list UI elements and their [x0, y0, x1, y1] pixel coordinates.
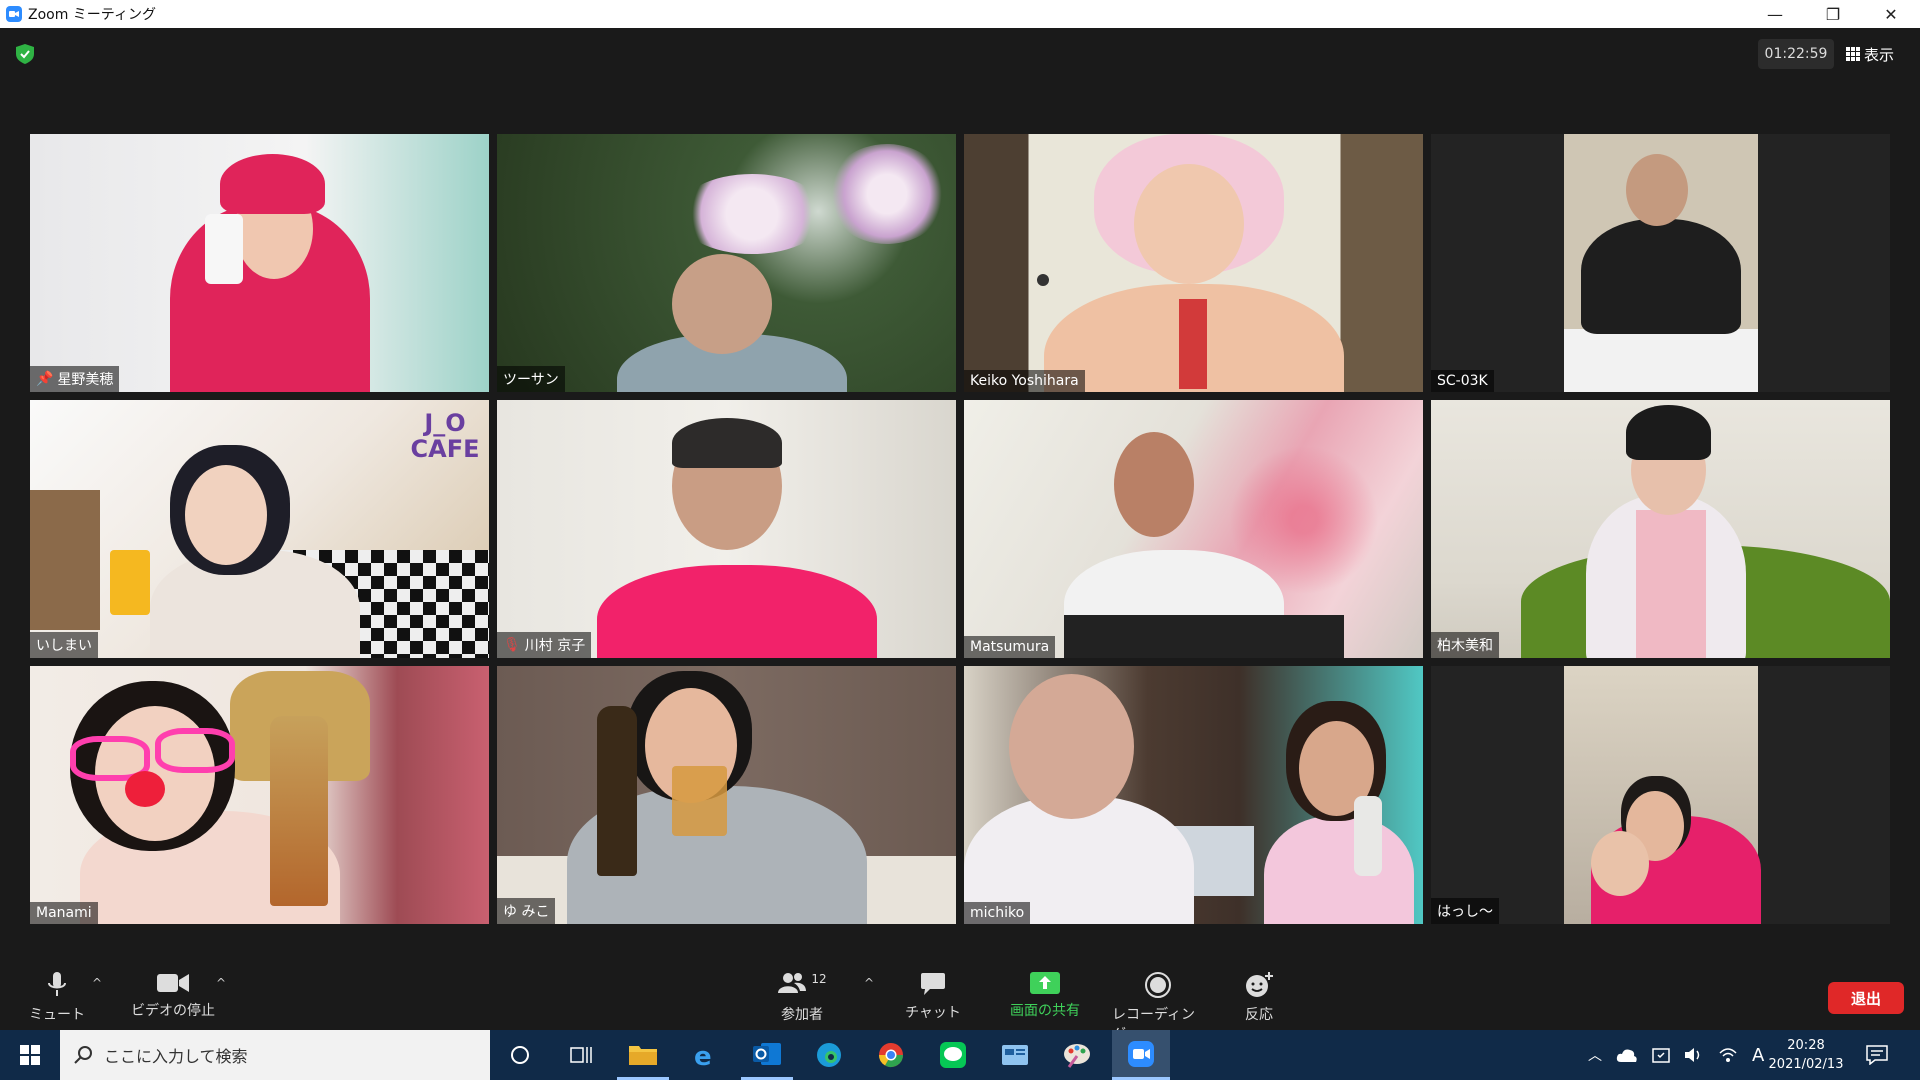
participant-name: 柏木美和 — [1431, 632, 1499, 658]
outlook-taskbar[interactable] — [741, 1030, 793, 1080]
chrome-icon — [879, 1043, 903, 1068]
wifi-icon[interactable] — [1718, 1047, 1738, 1063]
svg-text:e: e — [694, 1042, 712, 1069]
participant-name: ゆ みこ — [497, 898, 556, 924]
title-bar: Zoom ミーティング — ❐ ✕ — [0, 0, 1920, 28]
chat-icon — [921, 973, 945, 995]
view-label: 表示 — [1864, 45, 1895, 64]
zoom-icon — [1128, 1040, 1154, 1067]
zoom-app-icon — [6, 6, 22, 22]
paint-app-taskbar[interactable] — [1051, 1030, 1103, 1080]
meeting-toolbar: ミュート ^ ビデオの停止 ^ 12 参加者 ^ チャット 画面の共有 レコーデ… — [0, 950, 1920, 1043]
microphone-muted-icon: 🎙 — [503, 637, 521, 653]
cafe-sign: J_O CAFE — [410, 409, 480, 463]
taskbar-search[interactable]: ここに入力して検索 — [60, 1030, 490, 1080]
participant-count: 12 — [811, 972, 827, 986]
task-view-icon — [570, 1047, 592, 1063]
meeting-timer: 01:22:59 — [1758, 39, 1834, 69]
file-explorer-taskbar[interactable] — [617, 1030, 669, 1080]
search-placeholder: ここに入力して検索 — [104, 1047, 248, 1066]
participant-name: Keiko Yoshihara — [964, 370, 1085, 392]
cortana-button[interactable] — [494, 1030, 546, 1080]
task-view-button[interactable] — [555, 1030, 607, 1080]
reaction-smiley-icon — [1246, 972, 1273, 997]
share-screen-button[interactable]: 画面の共有 — [1000, 972, 1090, 1020]
reactions-button[interactable]: 反応 — [1214, 972, 1304, 1024]
view-button[interactable]: 表示 — [1846, 39, 1906, 69]
video-tile[interactable]: michiko — [964, 666, 1423, 924]
grid-icon — [1846, 47, 1860, 61]
participant-name: Manami — [30, 902, 98, 924]
close-button[interactable]: ✕ — [1862, 0, 1920, 28]
video-tile[interactable]: ツーサン — [497, 134, 956, 392]
video-options-caret[interactable]: ^ — [216, 976, 226, 990]
participant-name: ツーサン — [497, 366, 565, 392]
system-tray: ︿ A — [1588, 1030, 1764, 1080]
shield-icon[interactable] — [16, 44, 34, 64]
folder-icon — [629, 1045, 657, 1065]
participant-name: 🎙 川村 京子 — [497, 632, 592, 658]
video-tile-active-speaker[interactable]: Keiko Yoshihara — [964, 134, 1423, 392]
video-tile[interactable]: 📌 星野美穂 — [30, 134, 489, 392]
chat-button[interactable]: チャット — [888, 972, 978, 1022]
share-screen-icon — [1030, 972, 1060, 994]
mute-options-caret[interactable]: ^ — [92, 976, 102, 990]
video-tile[interactable]: 柏木美和 — [1431, 400, 1890, 658]
internet-explorer-taskbar[interactable]: e — [679, 1030, 731, 1080]
microphone-icon — [48, 972, 66, 996]
participant-name: はっし〜 — [1431, 898, 1499, 924]
window-title: Zoom ミーティング — [28, 7, 156, 23]
search-icon — [74, 1046, 92, 1064]
clock-time: 20:28 — [1787, 1038, 1825, 1053]
news-icon — [1002, 1045, 1028, 1065]
record-icon — [1145, 972, 1171, 998]
line-messenger-icon — [940, 1042, 966, 1068]
notification-center-button[interactable] — [1866, 1030, 1888, 1080]
paint-palette-icon — [1064, 1044, 1090, 1068]
edge-taskbar[interactable] — [803, 1030, 855, 1080]
participant-name: 📌 星野美穂 — [30, 366, 120, 392]
cloud-icon[interactable] — [1616, 1047, 1638, 1063]
pin-icon: 📌 — [36, 371, 54, 387]
video-tile[interactable]: SC-03K — [1431, 134, 1890, 392]
windows-logo-icon — [20, 1045, 40, 1065]
clock-date: 2021/02/13 — [1768, 1057, 1844, 1072]
cortana-circle-icon — [511, 1046, 529, 1064]
chrome-taskbar[interactable] — [865, 1030, 917, 1080]
zoom-taskbar[interactable] — [1112, 1030, 1170, 1080]
video-tile[interactable]: Matsumura — [964, 400, 1423, 658]
mute-button[interactable]: ミュート — [12, 972, 102, 1024]
video-tile[interactable]: はっし〜 — [1431, 666, 1890, 924]
internet-explorer-icon: e — [694, 1042, 712, 1069]
participant-name: Matsumura — [964, 636, 1056, 658]
participant-name: いしまい — [30, 632, 98, 658]
restore-button[interactable]: ❐ — [1804, 0, 1862, 28]
participants-options-caret[interactable]: ^ — [864, 976, 874, 990]
participant-name: michiko — [964, 902, 1031, 924]
speaker-volume-icon[interactable] — [1684, 1046, 1704, 1064]
start-button[interactable] — [0, 1030, 60, 1080]
outlook-icon — [753, 1042, 781, 1065]
participant-name: SC-03K — [1431, 370, 1494, 392]
stop-video-button[interactable]: ビデオの停止 — [128, 972, 218, 1020]
leave-meeting-button[interactable]: 退出 — [1828, 982, 1904, 1014]
taskbar-clock[interactable]: 20:28 2021/02/13 — [1756, 1036, 1856, 1074]
participants-icon — [778, 973, 807, 993]
notification-icon — [1866, 1045, 1888, 1065]
line-taskbar[interactable] — [927, 1030, 979, 1080]
video-tile[interactable]: 🎙 川村 京子 — [497, 400, 956, 658]
video-camera-icon — [157, 974, 189, 992]
edge-icon — [817, 1043, 841, 1067]
participants-button[interactable]: 12 参加者 — [757, 972, 847, 1024]
video-tile[interactable]: J_O CAFE いしまい — [30, 400, 489, 658]
windows-taskbar: ここに入力して検索 e ︿ A 20:28 2021/02/13 — [0, 1030, 1920, 1080]
security-icon[interactable] — [1652, 1046, 1670, 1064]
minimize-button[interactable]: — — [1746, 0, 1804, 28]
video-tile[interactable]: ゆ みこ — [497, 666, 956, 924]
video-tile[interactable]: Manami — [30, 666, 489, 924]
chevron-up-icon[interactable]: ︿ — [1588, 1045, 1602, 1065]
news-app-taskbar[interactable] — [989, 1030, 1041, 1080]
